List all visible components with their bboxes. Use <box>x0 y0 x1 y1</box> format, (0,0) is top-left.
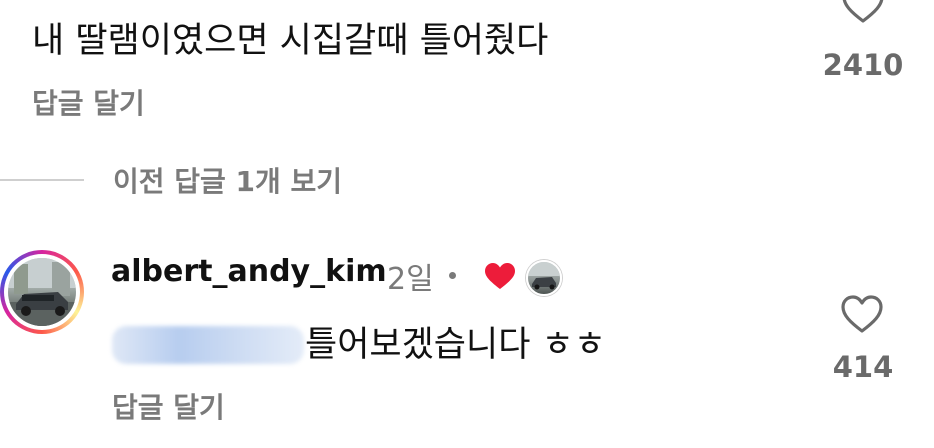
timestamp: 2일 <box>387 262 434 297</box>
view-previous-replies-button[interactable]: 이전 답글 1개 보기 <box>113 160 342 200</box>
avatar-image <box>8 258 76 326</box>
creator-avatar <box>526 260 562 296</box>
heart-outline-icon[interactable] <box>841 0 885 24</box>
separator-dot <box>449 272 456 279</box>
heart-outline-icon[interactable] <box>840 294 884 334</box>
like-count: 414 <box>832 350 894 384</box>
mention-redacted <box>112 326 304 364</box>
like-count: 2410 <box>822 48 904 82</box>
red-heart-icon <box>485 263 515 289</box>
avatar[interactable] <box>0 250 84 334</box>
comment-text: 내 딸램이였으면 시집갈때 틀어줬다 <box>32 21 549 61</box>
reply-button[interactable]: 답글 달기 <box>32 82 145 122</box>
reply-button[interactable]: 답글 달기 <box>112 386 225 426</box>
reply-text: 틀어보겠습니다 ㅎㅎ <box>305 325 606 365</box>
divider <box>0 179 84 181</box>
username[interactable]: albert_andy_kim <box>111 254 387 289</box>
